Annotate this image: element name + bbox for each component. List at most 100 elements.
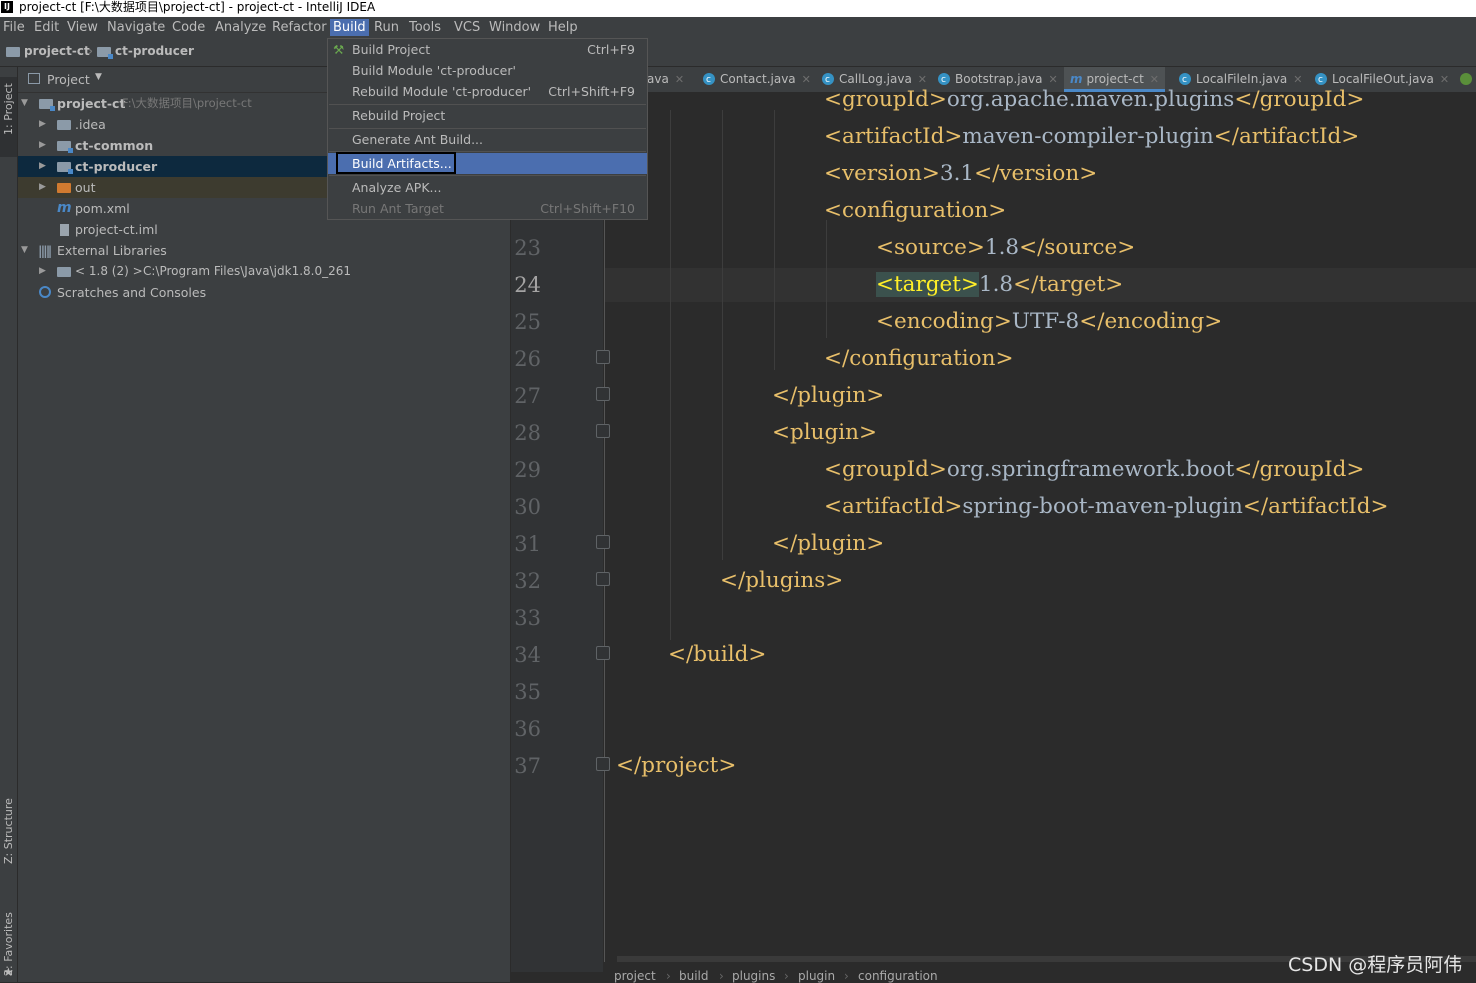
menu-vcs[interactable]: VCS	[451, 19, 483, 36]
tab-label: CallLog.java	[839, 72, 912, 86]
code-editor[interactable]	[604, 92, 1476, 956]
excluded-folder-icon	[57, 183, 71, 193]
menu-build[interactable]: Build	[330, 19, 369, 36]
tree-item-scratches[interactable]: Scratches and Consoles	[18, 282, 510, 303]
expand-right-icon[interactable]: ▶	[39, 177, 46, 198]
menu-analyze[interactable]: Analyze	[212, 19, 269, 36]
menu-item-build-module[interactable]: Build Module 'ct-producer'	[328, 60, 647, 81]
menu-help[interactable]: Help	[545, 19, 581, 36]
menu-item-rebuild-project[interactable]: Rebuild Project	[328, 105, 647, 126]
indent-guide	[722, 110, 723, 560]
line-number: 26	[514, 347, 541, 371]
tab-contact-java[interactable]: Contact.java ✕	[697, 67, 817, 93]
folder-icon	[6, 46, 20, 57]
menu-run[interactable]: Run	[371, 19, 402, 36]
line-number: 30	[514, 495, 541, 519]
expand-down-icon[interactable]: ▼	[21, 240, 28, 261]
tree-item-path: F:\大数据项目\project-ct	[122, 96, 252, 110]
breadcrumb-item[interactable]: build	[679, 969, 709, 983]
project-view-selector[interactable]: Project	[47, 72, 90, 87]
menu-view[interactable]: View	[64, 19, 101, 36]
xml-text: maven-compiler-plugin	[962, 124, 1214, 149]
menu-refactor[interactable]: Refactor	[269, 19, 330, 36]
menu-item-build-artifacts[interactable]: Build Artifacts...	[328, 152, 647, 174]
expand-right-icon[interactable]: ▶	[39, 261, 46, 282]
chevron-down-icon[interactable]: ▼	[95, 72, 102, 82]
title-bar: IJ project-ct [F:\大数据项目\project-ct] - pr…	[0, 0, 1476, 17]
xml-tag: </plugins>	[720, 568, 844, 593]
expand-down-icon[interactable]: ▼	[21, 93, 28, 114]
menu-window[interactable]: Window	[486, 19, 543, 36]
module-folder-icon	[57, 162, 73, 174]
menu-item-build-project[interactable]: ⚒ Build Project Ctrl+F9	[328, 39, 647, 60]
expand-right-icon[interactable]: ▶	[39, 135, 46, 156]
nav-crumb-module[interactable]: ct-producer	[97, 44, 194, 59]
breadcrumb-item[interactable]: configuration	[858, 969, 938, 983]
code-line: </build>	[668, 642, 766, 668]
project-tool-tab[interactable]: 1: Project	[0, 77, 17, 157]
class-icon	[822, 68, 834, 93]
line-number: 27	[514, 384, 541, 408]
menu-edit[interactable]: Edit	[31, 19, 62, 36]
breadcrumb-item[interactable]: plugins	[732, 969, 775, 983]
tree-item-label: ct-producer	[75, 159, 158, 174]
menu-navigate[interactable]: Navigate	[104, 19, 168, 36]
menu-item-label: Build Artifacts...	[352, 156, 452, 171]
menu-file[interactable]: File	[0, 19, 28, 36]
breadcrumb-item[interactable]: project	[614, 969, 656, 983]
menu-item-analyze-apk[interactable]: Analyze APK...	[328, 177, 647, 198]
menu-item-run-ant-target[interactable]: Run Ant Target Ctrl+Shift+F10	[328, 198, 647, 219]
more-tabs-icon[interactable]	[1460, 73, 1472, 85]
fold-marker-icon[interactable]	[596, 350, 610, 364]
tab-label: LocalFileOut.java	[1332, 72, 1434, 86]
close-icon[interactable]: ✕	[1048, 73, 1057, 86]
fold-marker-icon[interactable]	[596, 535, 610, 549]
code-line: <configuration>	[824, 198, 1006, 224]
line-number: 23	[514, 236, 541, 260]
menu-item-generate-ant-build[interactable]: Generate Ant Build...	[328, 129, 647, 150]
code-line: </plugin>	[772, 531, 884, 557]
xml-tag: </groupId>	[1234, 87, 1365, 112]
tab-label: ava	[647, 72, 669, 86]
tree-item-external-libraries[interactable]: ▼ |||‖ External Libraries	[18, 240, 510, 261]
tab-partial[interactable]: ava ✕	[647, 67, 690, 92]
xml-tag: </source>	[1019, 235, 1136, 260]
maven-icon: m	[57, 200, 72, 216]
menu-item-label: Build Project	[352, 42, 431, 57]
tree-item-project-ct-iml[interactable]: project-ct.iml	[18, 219, 510, 240]
menu-tools[interactable]: Tools	[406, 19, 444, 36]
class-icon	[703, 68, 715, 93]
chevron-right-icon: ›	[844, 969, 849, 983]
xml-tag: <source>	[876, 235, 985, 260]
xml-tag: <version>	[824, 161, 940, 186]
close-icon[interactable]: ✕	[1150, 73, 1159, 86]
fold-marker-icon[interactable]	[596, 757, 610, 771]
fold-marker-icon[interactable]	[596, 424, 610, 438]
xml-tag: </version>	[974, 161, 1098, 186]
fold-marker-icon[interactable]	[596, 646, 610, 660]
menu-code[interactable]: Code	[169, 19, 208, 36]
expand-right-icon[interactable]: ▶	[39, 114, 46, 135]
close-icon[interactable]: ✕	[1293, 73, 1302, 86]
close-icon[interactable]: ✕	[675, 73, 684, 86]
breadcrumb-item[interactable]: plugin	[798, 969, 835, 983]
expand-right-icon[interactable]: ▶	[39, 156, 46, 177]
project-view-icon	[28, 73, 40, 84]
fold-marker-icon[interactable]	[596, 572, 610, 586]
xml-text: org.apache.maven.plugins	[946, 87, 1235, 112]
close-icon[interactable]: ✕	[918, 73, 927, 86]
menu-item-rebuild-module[interactable]: Rebuild Module 'ct-producer' Ctrl+Shift+…	[328, 81, 647, 102]
close-icon[interactable]: ✕	[1440, 73, 1449, 86]
module-folder-icon	[57, 141, 73, 153]
structure-tool-tab[interactable]: Z: Structure	[0, 798, 17, 882]
menu-item-label: Rebuild Module 'ct-producer'	[352, 84, 532, 99]
jdk-folder-icon	[57, 267, 71, 277]
xml-tag: </project>	[616, 753, 737, 778]
code-line: <encoding>UTF-8</encoding>	[876, 309, 1222, 335]
fold-marker-icon[interactable]	[596, 387, 610, 401]
tree-item-jdk[interactable]: ▶ < 1.8 (2) > C:\Program Files\Java\jdk1…	[18, 261, 510, 282]
nav-crumb-project[interactable]: project-ct	[6, 44, 90, 58]
xml-text: 1.8	[978, 272, 1014, 297]
watermark: CSDN @程序员阿伟	[1288, 954, 1463, 976]
close-icon[interactable]: ✕	[802, 73, 811, 86]
